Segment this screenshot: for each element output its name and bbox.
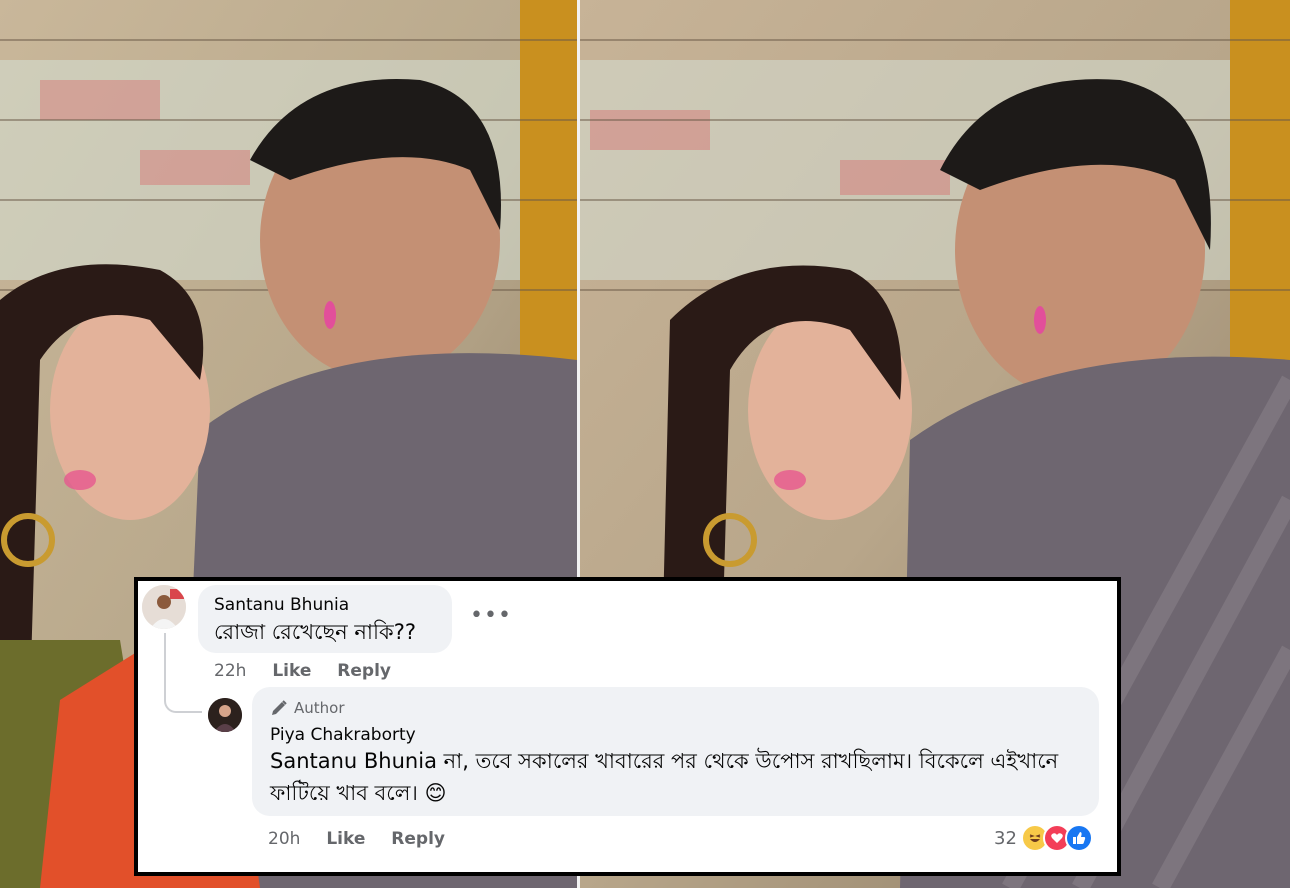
comment-panel: Santanu Bhunia রোজা রেখেছেন নাকি?? ••• 2… xyxy=(134,577,1121,876)
more-options-icon[interactable]: ••• xyxy=(470,603,512,628)
reply-author-avatar[interactable] xyxy=(208,698,242,732)
mention-link[interactable]: Santanu Bhunia xyxy=(270,749,437,773)
reaction-summary[interactable]: 32 xyxy=(994,824,1093,852)
comment-bubble: Santanu Bhunia রোজা রেখেছেন নাকি?? xyxy=(198,585,452,653)
reply-button[interactable]: Reply xyxy=(337,661,391,681)
reply-actions: 20h Like Reply xyxy=(268,829,445,849)
comment-actions: 22h Like Reply xyxy=(214,661,391,681)
comment-text: রোজা রেখেছেন নাকি?? xyxy=(214,620,417,644)
reaction-count: 32 xyxy=(994,827,1017,849)
reply-timestamp[interactable]: 20h xyxy=(268,829,300,849)
reply-text: Santanu Bhunia না, তবে সকালের খাবারের পর… xyxy=(270,745,1070,809)
like-button[interactable]: Like xyxy=(272,661,311,681)
comment-timestamp[interactable]: 22h xyxy=(214,661,246,681)
next-comment-clipped xyxy=(268,859,273,872)
reply-thread-line xyxy=(164,633,202,713)
reply-author-name[interactable]: Piya Chakraborty xyxy=(270,725,416,745)
author-badge-label: Author xyxy=(294,699,345,717)
pencil-icon xyxy=(272,700,287,715)
reply-like-button[interactable]: Like xyxy=(326,829,365,849)
reply-bubble: Author Piya Chakraborty Santanu Bhunia ন… xyxy=(252,687,1099,816)
like-reaction-icon xyxy=(1064,824,1093,852)
commenter-avatar[interactable] xyxy=(142,585,186,629)
author-badge: Author xyxy=(270,699,345,717)
reply-reply-button[interactable]: Reply xyxy=(391,829,445,849)
comment-author-name[interactable]: Santanu Bhunia xyxy=(214,595,349,615)
